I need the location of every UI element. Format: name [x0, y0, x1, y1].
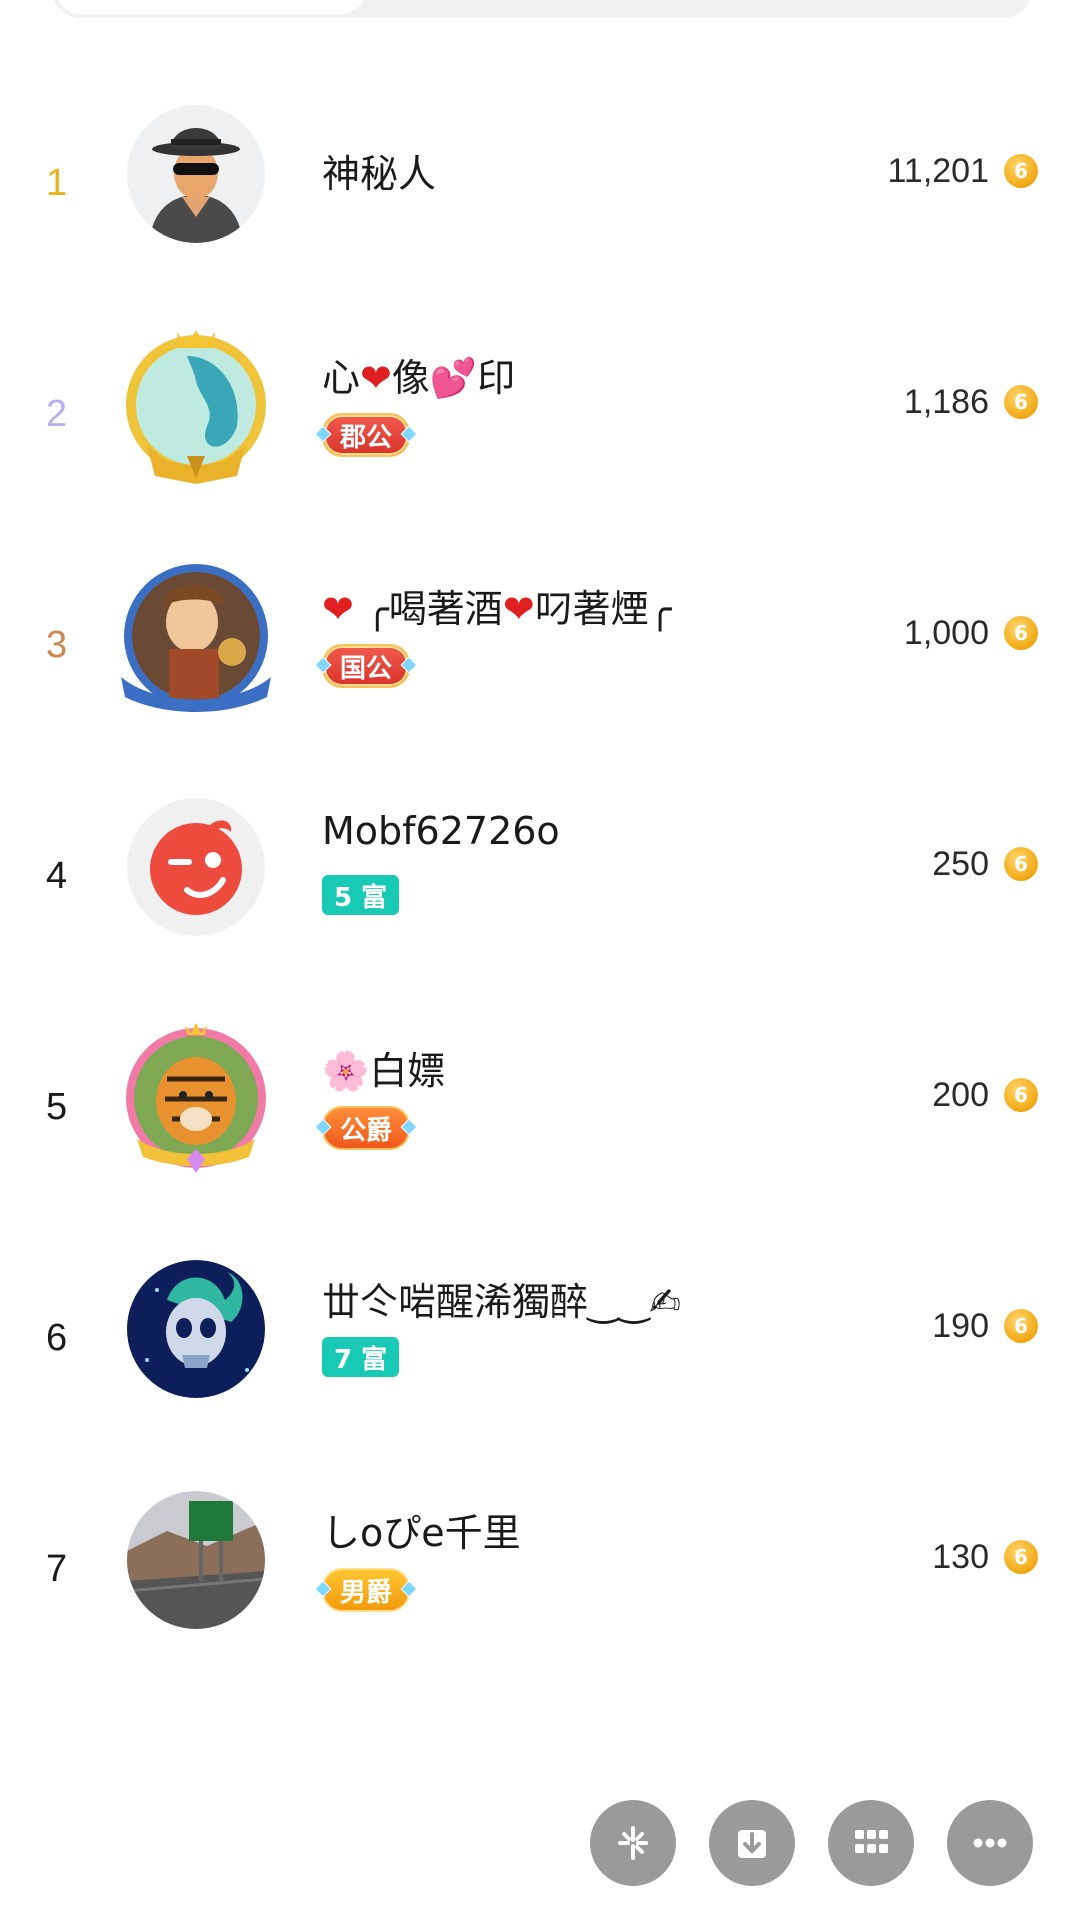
leaderboard-row[interactable]: 6 丗仒啱醒浠獨醉‿‿✍ 7 富 190 6 [0, 1225, 1080, 1456]
rank-badge: 公爵 [314, 1106, 418, 1150]
rank-badge: 国公 [314, 644, 418, 688]
avatar[interactable] [117, 326, 275, 484]
name-part: 像 [391, 356, 430, 400]
rank-number: 5 [46, 1086, 68, 1128]
user-name: ❤ ╭喝著酒❤叼著煙╭ [322, 578, 672, 633]
score-value: 1,186 [903, 383, 989, 421]
user-name: 神秘人 [322, 152, 437, 196]
avatar[interactable] [127, 1491, 265, 1629]
download-button[interactable] [709, 1800, 795, 1886]
more-button[interactable] [947, 1800, 1033, 1886]
wealth-badge: 7 富 [322, 1337, 400, 1377]
rank-badge: 男爵 [314, 1568, 418, 1612]
coin-icon: 6 [1004, 847, 1038, 881]
badge-label: 郡公 [340, 422, 393, 453]
leaderboard-row[interactable]: 1 神秘人 11,201 6 [0, 70, 1080, 301]
heart-emoji-icon: ❤ [322, 587, 354, 631]
flower-emoji-icon: 🌸 [322, 1049, 370, 1093]
user-name: Mobf62726o [322, 809, 560, 853]
score-value: 130 [932, 1538, 989, 1576]
more-icon [973, 1838, 1007, 1848]
leaderboard-row[interactable]: 5 🌸白嫖 公爵 200 6 [0, 994, 1080, 1225]
avatar[interactable] [127, 105, 265, 243]
avatar[interactable] [127, 798, 265, 936]
hearts-emoji-icon: 💕 [429, 356, 478, 400]
score-value: 11,201 [887, 152, 989, 190]
sparkle-button[interactable] [590, 1800, 676, 1886]
leaderboard-row[interactable]: 3 ❤ ╭喝著酒❤叼著煙╭ 国公 1,000 6 [0, 532, 1080, 763]
name-part: ╭喝著酒 [353, 587, 503, 631]
name-part: 叼著煙╭ [534, 587, 672, 631]
badge-label: 男爵 [340, 1577, 393, 1608]
wealth-badge: 5 富 [322, 875, 400, 915]
coin-icon: 6 [1004, 616, 1038, 650]
name-part: 心 [322, 356, 361, 400]
leaderboard-list: 1 神秘人 11,201 6 2 心❤像💕印 郡公 1,186 6 3 ❤ ╭喝… [0, 70, 1080, 1687]
rank-number: 6 [46, 1317, 68, 1359]
user-name: しoぴe千里 [322, 1511, 521, 1555]
sparkle-icon [618, 1826, 648, 1860]
user-name: 丗仒啱醒浠獨醉‿‿✍ [322, 1280, 681, 1324]
rank-badge: 郡公 [314, 413, 418, 457]
badge-label: 国公 [340, 653, 393, 684]
rank-number: 4 [46, 855, 68, 897]
rank-number: 2 [46, 393, 68, 435]
name-part: 印 [477, 356, 516, 400]
score-value: 200 [932, 1076, 989, 1114]
avatar[interactable] [127, 1260, 265, 1398]
coin-icon: 6 [1004, 154, 1038, 188]
coin-icon: 6 [1004, 1540, 1038, 1574]
score-value: 250 [932, 845, 989, 883]
leaderboard-row[interactable]: 4 Mobf62726o 5 富 250 6 [0, 763, 1080, 994]
coin-icon: 6 [1004, 385, 1038, 419]
rank-number: 1 [46, 162, 68, 204]
top-tab-selected[interactable] [56, 0, 366, 14]
leaderboard-row[interactable]: 7 しoぴe千里 男爵 130 6 [0, 1456, 1080, 1687]
heart-emoji-icon: ❤ [502, 587, 535, 631]
floating-toolbar [0, 1800, 1080, 1890]
grid-icon [855, 1830, 888, 1853]
coin-icon: 6 [1004, 1309, 1038, 1343]
grid-button[interactable] [828, 1800, 914, 1886]
download-icon [738, 1830, 766, 1858]
heart-emoji-icon: ❤ [360, 356, 392, 400]
avatar[interactable] [117, 1019, 275, 1177]
name-part: 白嫖 [369, 1049, 446, 1093]
rank-number: 7 [46, 1548, 68, 1590]
rank-number: 3 [46, 624, 68, 666]
user-name: 心❤像💕印 [322, 347, 515, 402]
score-value: 190 [932, 1307, 989, 1345]
score-value: 1,000 [903, 614, 989, 652]
avatar[interactable] [117, 557, 275, 715]
top-tab-strip[interactable] [52, 0, 1032, 18]
badge-label: 公爵 [340, 1115, 393, 1146]
user-name: 🌸白嫖 [322, 1040, 445, 1095]
coin-icon: 6 [1004, 1078, 1038, 1112]
leaderboard-row[interactable]: 2 心❤像💕印 郡公 1,186 6 [0, 301, 1080, 532]
